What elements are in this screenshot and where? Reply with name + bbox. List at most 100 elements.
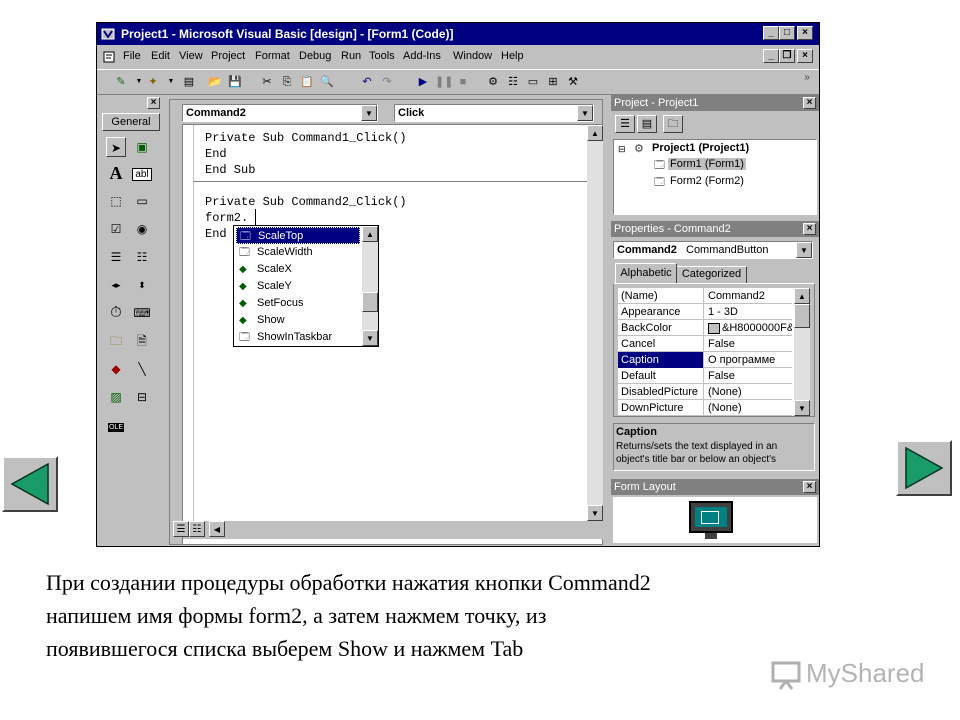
property-row-selected[interactable]: Caption О программе (618, 352, 792, 368)
filelistbox-tool-icon[interactable]: 🗎 (132, 331, 152, 351)
drivelistbox-tool-icon[interactable]: ⌨ (132, 303, 152, 323)
form-layout-icon[interactable]: ▭ (525, 74, 541, 90)
project-panel-close-icon[interactable]: × (803, 97, 816, 109)
menu-view[interactable]: View (179, 50, 203, 62)
scroll-left-icon[interactable]: ◀ (209, 521, 225, 537)
ole-tool-icon[interactable]: OLE (106, 415, 126, 435)
property-row[interactable]: BackColor &H8000000F& (618, 320, 792, 336)
property-row[interactable]: Appearance 1 - 3D (618, 304, 792, 320)
child-restore-button[interactable]: ❐ (779, 49, 795, 63)
child-minimize-button[interactable]: _ (763, 49, 779, 63)
properties-grid[interactable]: (Name) Command2 Appearance 1 - 3D BackColo… (618, 288, 794, 416)
view-object-icon[interactable]: ▤ (637, 115, 657, 133)
scroll-up-icon[interactable]: ▲ (362, 226, 378, 242)
code-window-icon[interactable] (103, 51, 115, 63)
timer-tool-icon[interactable]: ⏱ (106, 303, 126, 323)
pointer-tool-icon[interactable]: ➤ (106, 137, 126, 157)
object-combo[interactable]: Command2 ▼ (182, 104, 378, 122)
find-icon[interactable]: 🔍 (319, 74, 335, 90)
object-selector[interactable]: Command2 CommandButton ▼ (613, 241, 813, 259)
scroll-up-icon[interactable]: ▲ (794, 288, 810, 304)
dropdown-arrow-icon[interactable]: ▼ (163, 74, 179, 90)
hscrollbar-tool-icon[interactable]: ◂▸ (106, 275, 126, 295)
autocomplete-scrollbar[interactable]: ▲ ▼ (362, 226, 378, 346)
scroll-thumb[interactable] (362, 292, 378, 312)
toolbox-tab-general[interactable]: General (102, 113, 160, 131)
full-module-view-icon[interactable]: ☷ (189, 521, 205, 537)
open-folder-icon[interactable]: 📂 (207, 74, 223, 90)
save-icon[interactable]: 💾 (227, 74, 243, 90)
autocomplete-item-scalewidth[interactable]: 🗔 ScaleWidth (236, 244, 360, 261)
property-row[interactable]: Cancel False (618, 336, 792, 352)
break-icon[interactable]: ❚❚ (435, 74, 453, 90)
collapse-icon[interactable]: ⊟ (618, 144, 626, 155)
menu-format[interactable]: Format (255, 50, 290, 62)
property-row[interactable]: DisabledPicture (None) (618, 384, 792, 400)
project-tree[interactable]: ⊟ ⚙ Project1 (Project1) 🗔 Form1 (Form1) … (613, 139, 817, 215)
menu-project[interactable]: Project (211, 50, 245, 62)
autocomplete-item-scaletop[interactable]: 🗔 ScaleTop (236, 227, 360, 244)
autocomplete-item-show[interactable]: ◆ Show (236, 312, 360, 329)
start-icon[interactable]: ▶ (415, 74, 431, 90)
project-item-form1[interactable]: Form1 (Form1) (668, 158, 746, 170)
chevron-down-icon[interactable]: ▼ (796, 242, 812, 258)
property-row[interactable]: DownPicture (None) (618, 400, 792, 416)
property-row[interactable]: (Name) Command2 (618, 288, 792, 304)
properties-scrollbar[interactable]: ▲ ▼ (794, 288, 810, 416)
autocomplete-item-setfocus[interactable]: ◆ SetFocus (236, 295, 360, 312)
previous-slide-button[interactable] (2, 456, 58, 512)
project-explorer-icon[interactable]: ⚙ (485, 74, 501, 90)
properties-panel-close-icon[interactable]: × (803, 223, 816, 235)
paste-icon[interactable]: 📋 (299, 74, 315, 90)
add-project-icon[interactable]: ✎ (113, 74, 129, 90)
maximize-button[interactable]: □ (779, 26, 795, 40)
project-root[interactable]: Project1 (Project1) (652, 142, 749, 154)
tab-categorized[interactable]: Categorized (677, 266, 747, 283)
code-editor[interactable]: Private Sub Command1_Click() End End Sub… (173, 124, 603, 544)
title-bar[interactable]: Project1 - Microsoft Visual Basic [desig… (97, 23, 819, 45)
toolbox-close-icon[interactable]: × (147, 97, 160, 109)
data-tool-icon[interactable]: ⊟ (132, 387, 152, 407)
undo-icon[interactable]: ↶ (359, 74, 375, 90)
scroll-down-icon[interactable]: ▼ (362, 330, 378, 346)
properties-window-icon[interactable]: ☷ (505, 74, 521, 90)
procedure-view-icon[interactable]: ☰ (173, 521, 189, 537)
checkbox-tool-icon[interactable]: ☑ (106, 219, 126, 239)
menu-run[interactable]: Run (341, 50, 361, 62)
toolbox-icon[interactable]: ⚒ (565, 74, 581, 90)
menu-window[interactable]: Window (453, 50, 492, 62)
toggle-folders-icon[interactable]: 🗀 (663, 115, 683, 133)
commandbutton-tool-icon[interactable]: ▭ (132, 191, 152, 211)
menu-addins[interactable]: Add-Ins (403, 50, 441, 62)
autocomplete-list[interactable]: 🗔 ScaleTop 🗔 ScaleWidth ◆ ScaleX ◆ ScaleY ◆ S… (233, 225, 379, 347)
view-code-icon[interactable]: ☰ (615, 115, 635, 133)
label-tool-icon[interactable]: A (106, 163, 126, 183)
vscrollbar-tool-icon[interactable]: ⬍ (132, 275, 152, 295)
form-position-icon[interactable] (701, 511, 719, 524)
code-vscrollbar[interactable]: ▲ ▼ (587, 125, 603, 521)
menu-editor-icon[interactable]: ▤ (181, 74, 197, 90)
menu-tools[interactable]: Tools (369, 50, 395, 62)
child-close-button[interactable]: × (797, 49, 813, 63)
image-tool-icon[interactable]: ▨ (106, 387, 126, 407)
form-layout-close-icon[interactable]: × (803, 481, 816, 493)
autocomplete-item-showintaskbar[interactable]: 🗔 ShowInTaskbar (236, 329, 360, 346)
property-row[interactable]: Default False (618, 368, 792, 384)
listbox-tool-icon[interactable]: ☷ (132, 247, 152, 267)
menu-edit[interactable]: Edit (151, 50, 170, 62)
add-form-icon[interactable]: ✦ (145, 74, 161, 90)
autocomplete-item-scaley[interactable]: ◆ ScaleY (236, 278, 360, 295)
dirlistbox-tool-icon[interactable]: 🗀 (106, 331, 126, 351)
scroll-thumb[interactable] (794, 304, 810, 328)
object-browser-icon[interactable]: ⊞ (545, 74, 561, 90)
menu-debug[interactable]: Debug (299, 50, 331, 62)
optionbutton-tool-icon[interactable]: ◉ (132, 219, 152, 239)
chevron-down-icon[interactable]: ▼ (577, 105, 593, 121)
copy-icon[interactable]: ⎘ (279, 74, 295, 90)
line-tool-icon[interactable]: ╲ (132, 359, 152, 379)
textbox-tool-icon[interactable]: abl (132, 163, 152, 183)
redo-icon[interactable]: ↷ (379, 74, 395, 90)
menu-help[interactable]: Help (501, 50, 524, 62)
menu-file[interactable]: File (123, 50, 141, 62)
picturebox-tool-icon[interactable]: ▣ (132, 137, 152, 157)
